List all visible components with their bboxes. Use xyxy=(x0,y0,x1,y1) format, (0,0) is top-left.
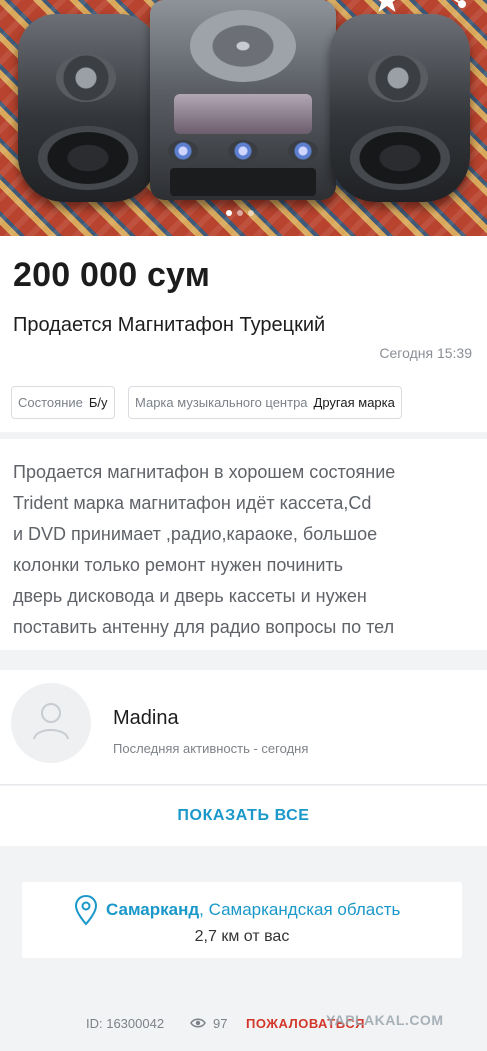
unit-cd-tray xyxy=(190,10,296,82)
location-pin-icon xyxy=(74,894,98,926)
unit-cassette-deck xyxy=(170,168,316,196)
unit-display xyxy=(174,94,312,134)
listing-title: Продается Магнитафон Турецкий xyxy=(13,314,326,336)
listing-description: Продается магнитафон в хорошем состояние… xyxy=(13,462,396,637)
speaker-tweeter xyxy=(368,54,428,102)
photo-dot-active[interactable] xyxy=(226,210,232,216)
listing-info-card: 200 000 сум Продается Магнитафон Турецки… xyxy=(0,236,487,432)
speaker-woofer xyxy=(38,126,138,190)
param-tag-brand[interactable]: Марка музыкального центра Другая марка xyxy=(128,386,402,419)
favorite-star-icon[interactable] xyxy=(372,0,402,14)
param-key: Состояние xyxy=(18,395,83,410)
unit-knob xyxy=(228,140,258,162)
show-all-button[interactable]: ПОКАЗАТЬ ВСЕ xyxy=(0,786,487,846)
view-count: 97 xyxy=(213,1016,228,1031)
location-region[interactable]: , Самаркандская область xyxy=(199,900,400,919)
eye-icon xyxy=(190,1018,206,1028)
location-card[interactable]: Самарканд, Самаркандская область 2,7 км … xyxy=(22,882,462,958)
seller-card[interactable]: Madina Последняя активность - сегодня xyxy=(0,670,487,785)
photo-pagination xyxy=(226,210,254,216)
photo-speaker-right xyxy=(330,14,470,202)
seller-name[interactable]: Madina xyxy=(113,707,179,730)
param-key: Марка музыкального центра xyxy=(135,395,308,410)
param-value: Б/у xyxy=(88,395,108,410)
share-icon[interactable] xyxy=(440,0,470,14)
avatar-placeholder-icon xyxy=(33,703,69,740)
watermark: YAPLAKAL.COM xyxy=(326,1012,444,1028)
photo-dot[interactable] xyxy=(248,210,254,216)
unit-knob xyxy=(288,140,318,162)
seller-last-activity: Последняя активность - сегодня xyxy=(113,741,309,756)
param-value: Другая марка xyxy=(313,395,395,410)
listing-price: 200 000 сум xyxy=(13,256,211,294)
photo-speaker-left xyxy=(18,14,158,202)
avatar[interactable] xyxy=(11,683,91,763)
listing-id: ID: 16300042 xyxy=(86,1016,165,1031)
photo-dot[interactable] xyxy=(237,210,243,216)
speaker-tweeter xyxy=(56,54,116,102)
listing-footer: ID: 16300042 97 ПОЖАЛОВАТЬСЯ YAPLAKAL.CO… xyxy=(0,1010,487,1038)
location-line[interactable]: Самарканд, Самаркандская область xyxy=(106,900,400,920)
speaker-woofer xyxy=(350,126,450,190)
unit-knob xyxy=(168,140,198,162)
photo-stereo-unit xyxy=(150,0,336,200)
listing-date: Сегодня 15:39 xyxy=(379,345,472,361)
listing-photo[interactable] xyxy=(0,0,487,236)
location-city[interactable]: Самарканд xyxy=(106,900,199,919)
listing-description-card: Продается магнитафон в хорошем состояние… xyxy=(0,439,487,650)
location-distance: 2,7 км от вас xyxy=(194,928,290,945)
param-tag-condition[interactable]: Состояние Б/у xyxy=(11,386,115,419)
